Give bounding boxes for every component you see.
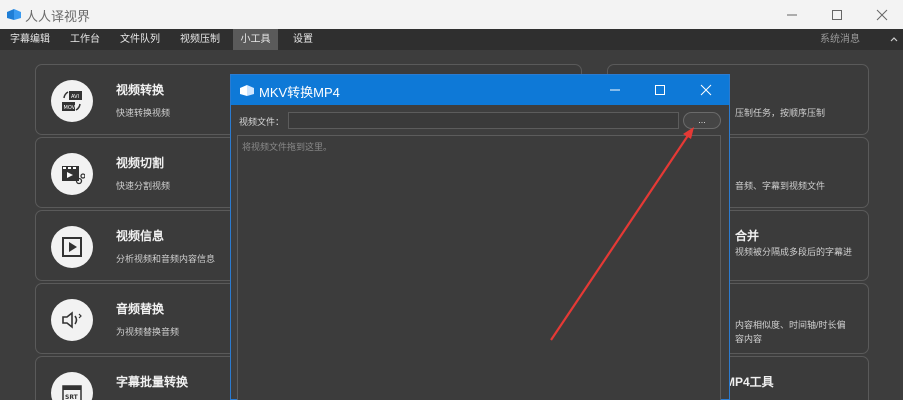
menu-item-file-queue[interactable]: 文件队列 xyxy=(114,29,166,50)
file-drop-area[interactable]: 将视频文件拖到这里。 xyxy=(237,135,721,400)
card-description: 分析视频和音频内容信息 xyxy=(116,254,216,264)
card-title: 视频切割 xyxy=(116,156,165,170)
app-logo-icon xyxy=(7,9,21,20)
dialog-titlebar[interactable]: MKV转换MP4 xyxy=(231,75,729,105)
menu-item-settings[interactable]: 设置 xyxy=(286,29,320,50)
drop-hint: 将视频文件拖到这里。 xyxy=(242,142,333,152)
chevron-up-icon[interactable] xyxy=(889,33,899,45)
dialog-minimize-button[interactable] xyxy=(592,75,638,105)
video-info-icon xyxy=(51,226,93,268)
card-title: 字幕批量转换 xyxy=(116,375,189,389)
browse-button[interactable]: ... xyxy=(683,112,721,129)
close-icon xyxy=(700,84,712,96)
card-description: 音频、字幕到视频文件 xyxy=(735,181,826,191)
system-messages-link[interactable]: 系统消息 xyxy=(820,29,860,50)
card-title: 视频转换 xyxy=(116,83,165,97)
app-titlebar: 人人译视界 xyxy=(0,0,903,29)
card-title: 合并 xyxy=(735,229,760,243)
menu-bar: 字幕编辑 工作台 文件队列 视频压制 小工具 设置 系统消息 xyxy=(0,29,903,50)
video-file-input[interactable] xyxy=(288,112,679,129)
dialog-logo-icon xyxy=(240,85,254,96)
menu-item-workbench[interactable]: 工作台 xyxy=(64,29,106,50)
video-convert-icon: AVI MOV xyxy=(51,80,93,122)
audio-replace-icon xyxy=(51,299,93,341)
card-title: 视频信息 xyxy=(116,229,165,243)
minimize-icon xyxy=(787,14,797,15)
card-title: MP4工具 xyxy=(725,375,774,389)
menu-item-subtitle-edit[interactable]: 字幕编辑 xyxy=(4,29,56,50)
window-close-button[interactable] xyxy=(859,0,903,29)
card-description: 压制任务，按顺序压制 xyxy=(735,108,826,118)
app-title: 人人译视界 xyxy=(25,9,91,24)
mkv-to-mp4-dialog: MKV转换MP4 视频文件： ... 将视频文件拖到这里。 xyxy=(230,74,730,400)
dialog-title: MKV转换MP4 xyxy=(259,85,340,100)
video-cut-icon xyxy=(51,153,93,195)
card-description: 快速转换视频 xyxy=(116,108,171,118)
srt-icon: SRT xyxy=(51,372,93,400)
maximize-icon xyxy=(832,9,842,20)
card-description: 视频被分隔成多段后的字幕进 xyxy=(735,247,853,257)
video-file-label: 视频文件： xyxy=(239,117,285,127)
dialog-maximize-button[interactable] xyxy=(637,75,683,105)
card-description: 内容相似度、时间轴/时长偏 xyxy=(735,320,846,330)
menu-item-video-compress[interactable]: 视频压制 xyxy=(174,29,226,50)
card-title: 音频替换 xyxy=(116,302,165,316)
card-description: 快速分割视频 xyxy=(116,181,171,191)
close-icon xyxy=(876,9,888,20)
menu-item-tools[interactable]: 小工具 xyxy=(233,29,278,50)
maximize-icon xyxy=(655,85,665,95)
svg-text:MOV: MOV xyxy=(64,105,76,111)
card-description: 为视频替换音频 xyxy=(116,327,180,337)
card-description-line2: 容内容 xyxy=(735,334,763,344)
dialog-close-button[interactable] xyxy=(683,75,729,105)
window-minimize-button[interactable] xyxy=(769,0,815,29)
minimize-icon xyxy=(610,89,620,91)
window-maximize-button[interactable] xyxy=(814,0,860,29)
svg-text:AVI: AVI xyxy=(71,94,79,100)
svg-text:SRT: SRT xyxy=(65,394,79,400)
